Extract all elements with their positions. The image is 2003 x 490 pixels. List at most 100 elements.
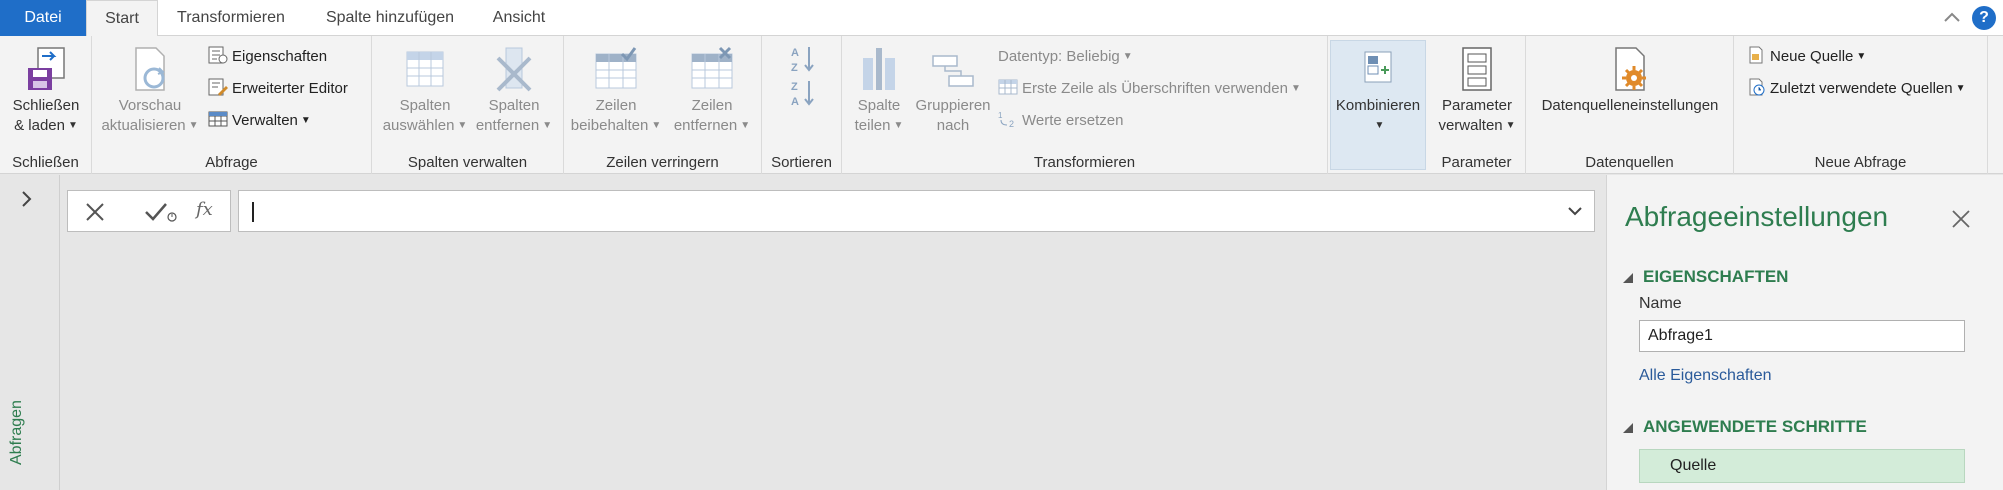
remove-columns-label-2: entfernen (475, 117, 540, 134)
table-icon (208, 110, 228, 128)
svg-text:1: 1 (998, 111, 1003, 120)
cancel-icon[interactable] (84, 201, 106, 228)
advanced-editor-button[interactable]: Erweiterter Editor (208, 76, 348, 102)
remove-rows-button[interactable]: Zeilen entfernen ▼ (666, 46, 758, 136)
group-label-reduce-rows: Zeilen verringern (606, 154, 719, 171)
close-icon[interactable] (1951, 209, 1971, 234)
tab-file[interactable]: Datei (0, 0, 86, 36)
tab-view[interactable]: Ansicht (484, 0, 554, 36)
dropdown-arrow-icon: ▼ (300, 115, 311, 127)
group-label-datasources: Datenquellen (1585, 154, 1674, 171)
keep-rows-label-1: Zeilen (595, 97, 637, 114)
combine-label: Kombinieren (1335, 97, 1421, 114)
choose-columns-button[interactable]: Spalten auswählen ▼ (380, 46, 470, 136)
group-by-label-1: Gruppieren (915, 97, 991, 114)
group-by-button[interactable]: Gruppieren nach (910, 46, 996, 136)
replace-values-icon: 12 (998, 110, 1018, 129)
recent-sources-button[interactable]: Zuletzt verwendete Quellen ▼ (1746, 76, 1966, 102)
datasource-settings-button[interactable]: Datenquelleneinstellungen (1530, 46, 1730, 116)
remove-rows-icon (690, 46, 734, 92)
query-settings-title: Abfrageeinstellungen (1625, 201, 1889, 232)
properties-section-header[interactable]: EIGENSCHAFTEN (1621, 267, 1788, 287)
fx-icon[interactable]: fx (196, 199, 213, 220)
choose-columns-icon (403, 46, 447, 92)
manage-button[interactable]: Verwalten ▼ (208, 108, 311, 134)
datasource-settings-label: Datenquelleneinstellungen (1541, 97, 1719, 114)
manage-parameters-button[interactable]: Parameter verwalten ▼ (1430, 46, 1524, 136)
dropdown-arrow-icon: ▼ (67, 120, 78, 132)
query-settings-pane: Abfrageeinstellungen EIGENSCHAFTEN Name … (1606, 175, 2003, 490)
combine-button[interactable]: Kombinieren ▼ (1330, 46, 1426, 136)
refresh-icon (128, 46, 172, 92)
query-name-input[interactable]: Abfrage1 (1639, 320, 1965, 352)
expand-chevron-icon[interactable] (20, 189, 34, 215)
advanced-editor-icon (208, 78, 228, 97)
group-label-manage-columns: Spalten verwalten (407, 154, 528, 171)
refresh-preview-button[interactable]: Vorschau aktualisieren ▼ (100, 46, 200, 136)
sort-descending-button[interactable]: ZA (788, 78, 818, 108)
queries-pane-collapsed[interactable]: Abfragen (0, 175, 60, 490)
applied-steps-section-header[interactable]: ANGEWENDETE SCHRITTE (1621, 417, 1867, 437)
dropdown-arrow-icon: ▼ (740, 120, 751, 132)
split-column-button[interactable]: Spalte teilen ▼ (848, 46, 910, 136)
applied-step-item[interactable]: Quelle (1639, 449, 1965, 483)
properties-label: Eigenschaften (232, 48, 328, 65)
group-label-query: Abfrage (205, 154, 258, 171)
collapse-ribbon-icon[interactable] (1942, 8, 1962, 28)
close-load-label-1: Schließen (12, 97, 80, 114)
svg-text:A: A (791, 96, 799, 108)
tab-start[interactable]: Start (86, 0, 158, 37)
dropdown-arrow-icon: ▼ (1122, 51, 1133, 63)
group-label-close: Schließen (12, 154, 79, 171)
parameters-icon (1455, 46, 1499, 92)
dropdown-arrow-icon: ▼ (1955, 83, 1966, 95)
properties-button[interactable]: Eigenschaften (208, 44, 327, 70)
group-parameters: Parameter verwalten ▼ Parameter (1428, 36, 1526, 174)
group-sort: AZ ZA Sortieren (762, 36, 842, 174)
sort-ascending-button[interactable]: AZ (788, 44, 818, 74)
group-by-label-2: nach (936, 117, 970, 134)
name-label: Name (1639, 295, 1682, 312)
queries-pane-label: Abfragen (8, 400, 25, 465)
collapse-triangle-icon (1623, 272, 1633, 283)
dropdown-arrow-icon: ▼ (1374, 120, 1385, 132)
ribbon: Schließen & laden ▼ Schließen Vorschau ak… (0, 36, 2003, 174)
remove-columns-button[interactable]: Spalten entfernen ▼ (470, 46, 558, 136)
tab-add-column[interactable]: Spalte hinzufügen (312, 0, 468, 36)
tab-transform[interactable]: Transformieren (166, 0, 296, 36)
group-reduce-rows: Zeilen beibehalten ▼ Zeilen entfernen ▼ Ze… (564, 36, 762, 174)
close-load-button[interactable]: Schließen & laden ▼ (4, 46, 88, 136)
keep-rows-icon (594, 46, 638, 92)
first-row-header-label: Erste Zeile als Überschriften verwenden (1022, 80, 1288, 97)
new-source-icon (1746, 46, 1766, 64)
svg-text:Z: Z (791, 62, 798, 74)
manage-label: Verwalten (232, 112, 298, 129)
replace-values-button[interactable]: 1 2 Werte ersetzen (998, 108, 1123, 134)
keep-rows-button[interactable]: Zeilen beibehalten ▼ (568, 46, 664, 136)
group-label-transform: Transformieren (1033, 154, 1136, 171)
help-icon[interactable]: ? (1972, 6, 1996, 30)
applied-steps-section-title: ANGEWENDETE SCHRITTE (1643, 417, 1867, 436)
refresh-label-2: aktualisieren (101, 117, 186, 134)
first-row-header-button[interactable]: Erste Zeile als Überschriften verwenden ▼ (998, 76, 1301, 102)
collapse-triangle-icon (1623, 422, 1633, 433)
remove-columns-label-1: Spalten (488, 97, 540, 114)
dropdown-arrow-icon: ▼ (651, 120, 662, 132)
dropdown-arrow-icon: ▼ (1290, 83, 1301, 95)
choose-columns-label-1: Spalten (399, 97, 451, 114)
dropdown-arrow-icon: ▼ (893, 120, 904, 132)
formula-input[interactable] (238, 190, 1595, 232)
commit-check-icon[interactable] (144, 201, 180, 228)
datatype-dropdown[interactable]: Datentyp: Beliebig ▼ (998, 44, 1133, 70)
split-column-label-1: Spalte (857, 97, 901, 114)
new-source-button[interactable]: Neue Quelle ▼ (1746, 44, 1866, 70)
parameters-label-2: verwalten (1438, 117, 1503, 134)
group-label-parameters: Parameter (1441, 154, 1512, 171)
all-properties-link[interactable]: Alle Eigenschaften (1639, 367, 1772, 385)
dropdown-arrow-icon: ▼ (1505, 120, 1516, 132)
expand-formula-icon[interactable] (1566, 202, 1584, 225)
replace-values-label: Werte ersetzen (1022, 112, 1124, 129)
dropdown-arrow-icon: ▼ (1856, 51, 1867, 63)
group-query: Vorschau aktualisieren ▼ Eigenschaften Er… (92, 36, 372, 174)
save-close-icon (24, 46, 68, 92)
